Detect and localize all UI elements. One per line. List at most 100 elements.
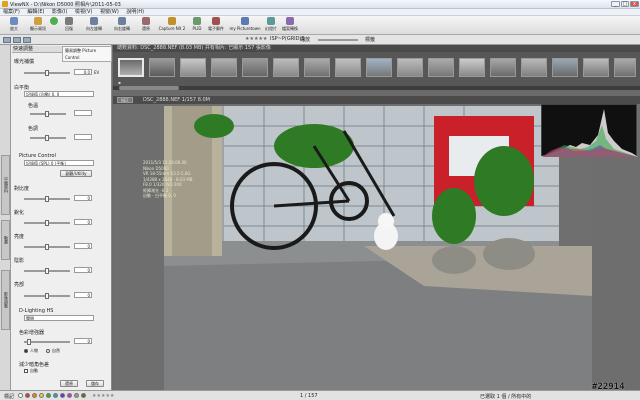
radio-people[interactable] — [24, 349, 28, 353]
nef-badge[interactable]: NEF — [117, 97, 133, 103]
thumb-8[interactable] — [335, 58, 361, 77]
tint-value[interactable] — [74, 134, 92, 140]
brightness-knob[interactable] — [45, 244, 49, 250]
thumb-5[interactable] — [242, 58, 268, 77]
shadow-knob[interactable] — [45, 268, 49, 274]
menu-view[interactable]: 檢視(V) — [75, 9, 92, 16]
tint-slider[interactable] — [30, 135, 66, 141]
label-color-7[interactable] — [67, 393, 72, 398]
tab-picture-control[interactable]: 簡易調整 Picture Control — [62, 46, 112, 62]
tag-label[interactable]: 標籤 — [365, 36, 375, 43]
zoom-slider[interactable] — [318, 39, 358, 41]
radio-nature[interactable] — [46, 349, 50, 353]
restore-button[interactable]: 還原 — [137, 17, 155, 34]
label-color-9[interactable] — [81, 393, 86, 398]
thumb-1[interactable] — [118, 58, 144, 77]
sharpen-value[interactable]: 0 — [74, 219, 92, 225]
convert-button[interactable]: 檔案轉換 — [280, 17, 300, 34]
rotate-left-button[interactable]: 向左旋轉 — [80, 17, 108, 34]
capture-nx-button[interactable]: Capture NX 2 — [156, 17, 188, 34]
label-color-4[interactable] — [46, 393, 51, 398]
thumb-6[interactable] — [273, 58, 299, 77]
thumb-13[interactable] — [490, 58, 516, 77]
save-button[interactable]: 儲存 — [86, 380, 104, 387]
thumb-11[interactable] — [428, 58, 454, 77]
pc-utility-button[interactable]: 副觀/Utility — [60, 170, 92, 177]
rating-stars[interactable]: ★★★★★ — [245, 36, 267, 42]
exposure-knob[interactable] — [45, 70, 49, 76]
highlight-slider[interactable] — [24, 293, 70, 299]
menu-edit[interactable]: 編輯(E) — [27, 9, 44, 16]
zoom-button[interactable]: 放大 — [3, 17, 25, 34]
thumb-17[interactable] — [614, 58, 636, 77]
temp-value[interactable] — [74, 110, 92, 116]
side-tab-movie[interactable]: 動畫 — [1, 220, 10, 260]
thumb-3[interactable] — [180, 58, 206, 77]
sharpen-knob[interactable] — [45, 220, 49, 226]
sharpen-slider[interactable] — [24, 220, 70, 226]
menu-file[interactable]: 檔案(F) — [3, 9, 20, 16]
temp-slider[interactable] — [30, 111, 66, 117]
highlight-value[interactable]: 0 — [74, 292, 92, 298]
thumb-12[interactable] — [459, 58, 485, 77]
exposure-value[interactable]: 0.0 — [74, 69, 92, 75]
thumb-4[interactable] — [211, 58, 237, 77]
color-booster-slider[interactable] — [24, 339, 70, 345]
side-tab-metadata[interactable]: 中繼資料 — [1, 155, 10, 215]
label-color-8[interactable] — [74, 393, 79, 398]
close-button[interactable]: x — [630, 1, 639, 7]
dlighting-select[interactable]: 關閉 — [24, 315, 94, 321]
view-single-icon[interactable] — [23, 37, 31, 43]
exposure-slider[interactable] — [24, 70, 70, 76]
rotate-right-button[interactable]: 向右旋轉 — [108, 17, 136, 34]
temp-knob[interactable] — [45, 111, 49, 117]
color-booster-knob[interactable] — [27, 339, 31, 345]
color-booster-value[interactable]: 0 — [74, 338, 92, 344]
info-button[interactable]: 顯示資訊 — [27, 17, 49, 34]
label-color-1[interactable] — [25, 393, 30, 398]
contrast-slider[interactable] — [24, 196, 70, 202]
thumb-7[interactable] — [304, 58, 330, 77]
undo-button[interactable]: 回復 — [60, 17, 78, 34]
label-color-5[interactable] — [53, 393, 58, 398]
plid-button[interactable]: PLID — [190, 17, 204, 34]
view-thumb-icon[interactable] — [3, 37, 11, 43]
thumb-15[interactable] — [552, 58, 578, 77]
menu-help[interactable]: 說明(H) — [126, 9, 144, 16]
highlight-knob[interactable] — [45, 293, 49, 299]
label-color-0[interactable] — [18, 393, 23, 398]
tint-knob[interactable] — [45, 135, 49, 141]
label-color-2[interactable] — [32, 393, 37, 398]
brightness-slider[interactable] — [24, 244, 70, 250]
thumb-16[interactable] — [583, 58, 609, 77]
shadow-slider[interactable] — [24, 268, 70, 274]
shadow-value[interactable]: 0 — [74, 267, 92, 273]
slideshow-button[interactable]: 幻燈片 — [263, 17, 279, 34]
picturetown-button[interactable]: my Picturetown — [228, 17, 262, 34]
rating-stars-status[interactable]: ★★★★★ — [92, 393, 114, 399]
menu-window[interactable]: 視窗(W) — [100, 9, 119, 16]
wb-select[interactable]: 記錄值 (自動) 0, 0 — [24, 91, 94, 97]
minimize-button[interactable]: _ — [611, 1, 620, 7]
reset-button[interactable]: 還原 — [60, 380, 78, 387]
thumb-2[interactable] — [149, 58, 175, 77]
contrast-knob[interactable] — [45, 196, 49, 202]
menu-image[interactable]: 影像(I) — [52, 9, 67, 16]
filmstrip-scroll-thumb[interactable] — [119, 86, 179, 90]
label-color-6[interactable] — [60, 393, 65, 398]
maximize-button[interactable]: □ — [621, 1, 629, 7]
pc-select[interactable]: 記錄值 (SPL) 0 (平衡) — [24, 160, 94, 166]
thumb-9[interactable] — [366, 58, 392, 77]
main-photo[interactable] — [164, 106, 592, 390]
contrast-value[interactable]: 0 — [74, 195, 92, 201]
email-button[interactable]: 電子郵件 — [205, 17, 227, 34]
side-tab-adjust[interactable]: 影像調整 — [1, 270, 10, 330]
filmstrip-scrollbar[interactable] — [113, 86, 640, 90]
tab-quick-adjust[interactable]: 快速調整 — [13, 46, 33, 53]
vignette-checkbox[interactable] — [24, 369, 28, 373]
brightness-value[interactable]: 0 — [74, 243, 92, 249]
thumb-14[interactable] — [521, 58, 547, 77]
green-button[interactable] — [48, 17, 60, 34]
view-list-icon[interactable] — [13, 37, 21, 43]
label-color-3[interactable] — [39, 393, 44, 398]
